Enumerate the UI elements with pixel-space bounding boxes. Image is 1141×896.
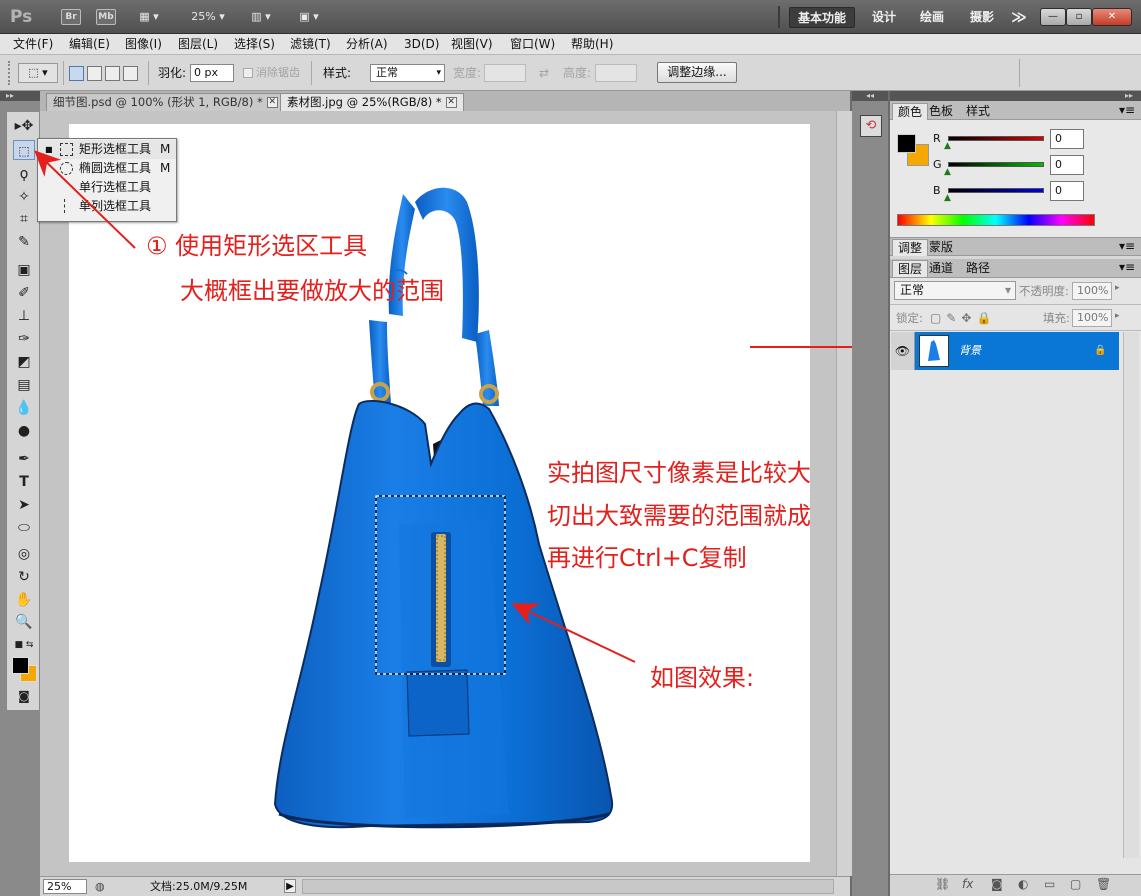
color-spectrum-bar[interactable]	[897, 214, 1095, 226]
tab-layers[interactable]: 图层	[892, 260, 929, 277]
dock-collapse-icon[interactable]: ◂◂	[852, 91, 888, 101]
status-icon[interactable]: ◍	[95, 878, 105, 895]
new-layer-icon[interactable]: ▢	[1070, 877, 1081, 891]
red-value-input[interactable]: 0	[1050, 129, 1084, 149]
green-slider-thumb[interactable]: ▲	[944, 167, 951, 177]
opacity-arrow-icon[interactable]: ▸	[1115, 283, 1120, 293]
status-zoom-field[interactable]: 25%	[43, 879, 87, 894]
layers-panel-footer: ⛓ fx ◙ ◐ ▭ ▢ 🗑	[890, 874, 1141, 896]
tab-masks[interactable]: 蒙版	[924, 239, 958, 256]
panels-collapse-icon[interactable]: ▸▸	[890, 91, 1141, 101]
history-panel-icon[interactable]: ⟲	[860, 115, 882, 137]
document-size-info: 文档:25.0M/9.25M	[150, 880, 248, 893]
note-annotation-line2: 切出大致需要的范围就成	[547, 502, 811, 530]
color-panel: R ▲ 0 G ▲ 0 B ▲ 0	[890, 120, 1141, 238]
fill-input[interactable]: 100%	[1072, 309, 1112, 327]
green-channel-label: G	[933, 158, 942, 171]
link-layers-icon[interactable]: ⛓	[935, 877, 950, 891]
red-slider[interactable]	[948, 136, 1044, 141]
right-panels: ▸▸ 颜色 色板 样式 ▾≡ R ▲ 0 G ▲ 0 B ▲ 0 调整 蒙版 ▾…	[890, 91, 1141, 896]
tab-paths[interactable]: 路径	[961, 260, 995, 277]
status-menu-arrow-icon[interactable]: ▶	[284, 879, 296, 893]
fill-label: 填充:	[1043, 311, 1070, 325]
step1-annotation: ① 使用矩形选区工具	[146, 232, 368, 260]
blue-slider-thumb[interactable]: ▲	[944, 193, 951, 203]
tab-channels[interactable]: 通道	[924, 260, 958, 277]
layer-thumbnail	[919, 335, 949, 367]
status-bar: 25% ◍ 文档:25.0M/9.25M ▶	[40, 876, 850, 896]
layer-visibility-eye-icon[interactable]: 👁	[891, 332, 915, 370]
red-channel-label: R	[933, 132, 941, 145]
horizontal-scrollbar[interactable]	[302, 879, 834, 894]
lock-label: 锁定:	[896, 311, 923, 325]
blue-channel-label: B	[933, 184, 941, 197]
lock-icons[interactable]: ▢✎✥🔒	[930, 310, 996, 326]
tab-styles[interactable]: 样式	[961, 103, 995, 120]
red-slider-thumb[interactable]: ▲	[944, 141, 951, 151]
panel-menu-icon[interactable]: ▾≡	[1114, 102, 1140, 119]
arrow-to-selection	[511, 603, 636, 663]
layer-row-background[interactable]: 👁 背景 🔒	[891, 332, 1119, 370]
panel-icon-dock: ◂◂ ⟲	[852, 91, 888, 896]
foreground-color-chip[interactable]	[897, 134, 916, 153]
effect-annotation: 如图效果:	[650, 664, 755, 692]
layer-name[interactable]: 背景	[959, 332, 981, 370]
fill-arrow-icon[interactable]: ▸	[1115, 311, 1120, 321]
note-annotation-line1: 实拍图尺寸像素是比较大	[547, 459, 811, 487]
blue-value-input[interactable]: 0	[1050, 181, 1084, 201]
step1-annotation-line2: 大概框出要做放大的范围	[180, 277, 444, 305]
blend-mode-dropdown[interactable]: 正常 ▾	[894, 281, 1016, 300]
opacity-label: 不透明度:	[1019, 284, 1069, 298]
layers-scrollbar[interactable]	[1123, 332, 1139, 858]
blue-slider[interactable]	[948, 188, 1044, 193]
tab-swatches[interactable]: 色板	[924, 103, 958, 120]
adjustment-layer-icon[interactable]: ◐	[1018, 877, 1028, 891]
green-slider[interactable]	[948, 162, 1044, 167]
note-annotation-line3: 再进行Ctrl+C复制	[547, 544, 747, 572]
opacity-input[interactable]: 100%	[1072, 282, 1112, 300]
arrow-to-marquee-tool	[34, 150, 136, 249]
layer-style-icon[interactable]: fx	[962, 877, 973, 891]
panel-menu-icon[interactable]: ▾≡	[1114, 238, 1140, 255]
panel-menu-icon[interactable]: ▾≡	[1114, 259, 1140, 276]
tab-color[interactable]: 颜色	[892, 103, 929, 120]
green-value-input[interactable]: 0	[1050, 155, 1084, 175]
delete-layer-icon[interactable]: 🗑	[1096, 877, 1111, 891]
layer-lock-icon: 🔒	[1094, 345, 1107, 356]
layers-panel: 正常 ▾ 不透明度: 100% ▸ 锁定: ▢✎✥🔒 填充: 100% ▸ 👁 背…	[890, 278, 1141, 896]
add-mask-icon[interactable]: ◙	[991, 877, 1003, 891]
foreground-color-swatch[interactable]	[12, 657, 29, 674]
new-group-icon[interactable]: ▭	[1044, 877, 1055, 891]
tab-adjustments[interactable]: 调整	[892, 239, 929, 256]
